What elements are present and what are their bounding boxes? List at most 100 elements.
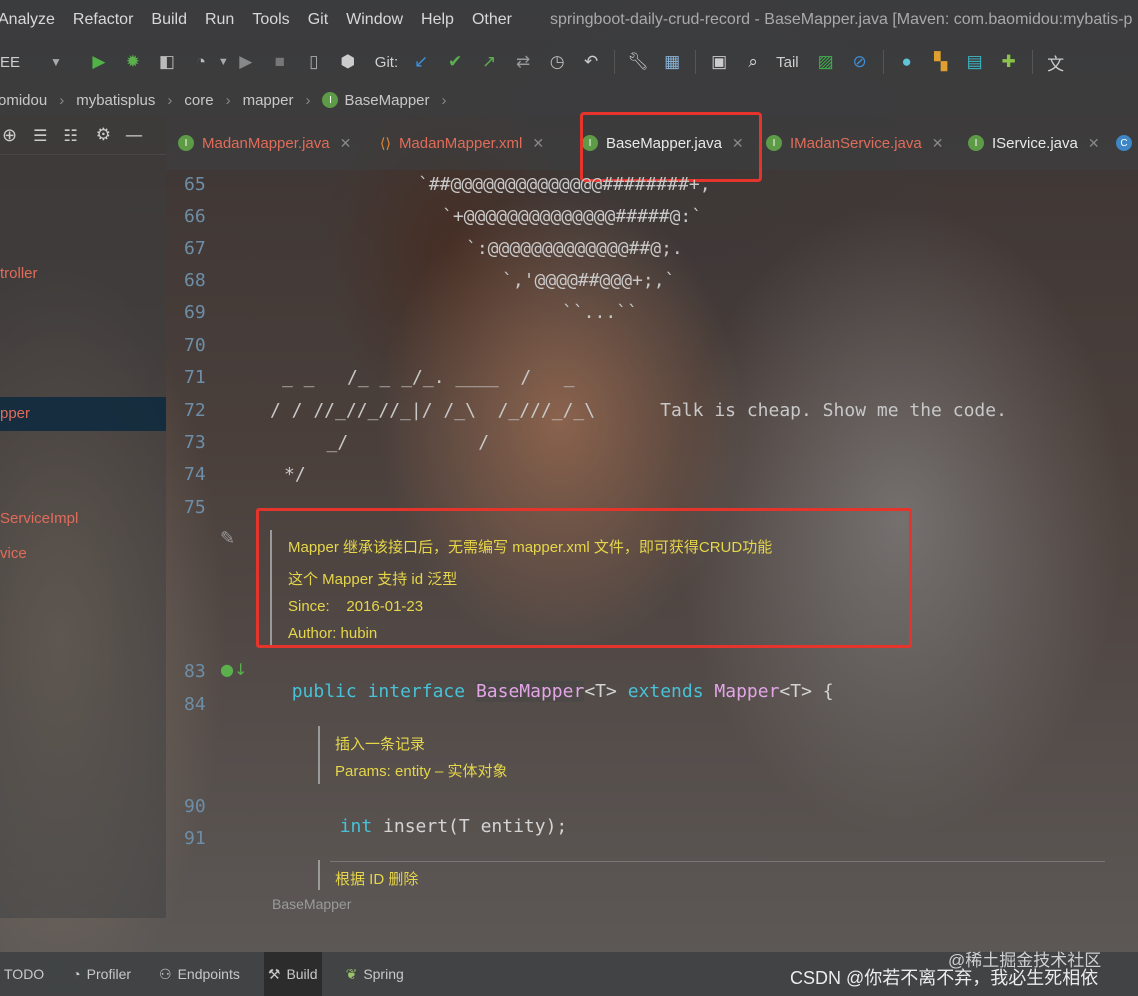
- interface-icon: I: [968, 135, 984, 151]
- keyword-extends: extends: [627, 681, 704, 702]
- tail-button[interactable]: Tail: [776, 54, 799, 71]
- code-line: `##@@@@@@@@@@@@@@########+,: [418, 174, 711, 195]
- gear-icon[interactable]: ⚙: [96, 125, 111, 145]
- terminal-icon[interactable]: ▣: [706, 49, 732, 75]
- color-grid-icon[interactable]: ▚: [928, 49, 954, 75]
- build-module-icon[interactable]: ⬢: [335, 49, 361, 75]
- sidebar-item-service[interactable]: vice: [0, 545, 27, 562]
- translate-icon[interactable]: 文: [1043, 49, 1069, 75]
- tab-imadanservice-java[interactable]: I IMadanService.java ✕: [766, 116, 943, 170]
- coverage-icon[interactable]: ◧: [154, 49, 180, 75]
- toolbar-divider: [1031, 50, 1033, 74]
- device-icon[interactable]: ▯: [301, 49, 327, 75]
- git-update-icon[interactable]: ↙: [408, 49, 434, 75]
- tool-endpoints[interactable]: ⚇ Endpoints: [155, 952, 244, 996]
- menu-window[interactable]: Window: [346, 11, 403, 29]
- line-number: 69: [184, 302, 206, 323]
- editor-breadcrumb-footer: BaseMapper: [166, 890, 1138, 918]
- tab-label: MadanMapper.xml: [398, 134, 523, 152]
- expand-all-icon[interactable]: ☰: [33, 126, 47, 145]
- menu-tools[interactable]: Tools: [252, 11, 289, 29]
- spring-label: Spring: [363, 966, 404, 982]
- breadcrumb-item[interactable]: omidou: [0, 92, 47, 109]
- history-icon[interactable]: ◷: [544, 49, 570, 75]
- plugin-dot-icon[interactable]: ●: [894, 49, 920, 75]
- tab-label: MadanMapper.java: [202, 134, 330, 152]
- breadcrumb-item[interactable]: BaseMapper: [344, 92, 429, 109]
- chevron-down-icon[interactable]: ▼: [218, 56, 229, 68]
- code-line: `:@@@@@@@@@@@@@##@;.: [466, 238, 683, 259]
- tool-build[interactable]: ⚒ Build: [263, 952, 322, 996]
- locate-icon[interactable]: ⊕: [2, 125, 17, 146]
- breadcrumb-item[interactable]: mapper: [243, 92, 294, 109]
- code-line: `+@@@@@@@@@@@@@@#####@:`: [442, 206, 703, 227]
- project-sidebar: ⊕ ☰ ☷ ⚙ — troller pper ServiceImpl vice: [0, 116, 166, 918]
- project-structure-icon[interactable]: ▦: [659, 49, 685, 75]
- debug-icon[interactable]: ✹: [120, 49, 146, 75]
- menu-refactor[interactable]: Refactor: [73, 11, 133, 29]
- git-commit-icon[interactable]: ✔: [442, 49, 468, 75]
- statistic-icon[interactable]: ▨: [813, 49, 839, 75]
- collapse-all-icon[interactable]: ☷: [63, 126, 77, 145]
- menu-help[interactable]: Help: [421, 11, 454, 29]
- stop-icon[interactable]: ■: [267, 49, 293, 75]
- settings-wrench-icon[interactable]: 🔧︎: [625, 49, 651, 75]
- profile-icon[interactable]: ◔: [188, 49, 214, 75]
- edit-pencil-icon[interactable]: ✎: [220, 528, 235, 549]
- chevron-down-icon[interactable]: ▼: [50, 55, 62, 69]
- toolbar-divider: [695, 50, 697, 74]
- breadcrumb-item[interactable]: core: [184, 92, 213, 109]
- run-dropdown-icon[interactable]: ▶: [233, 49, 259, 75]
- doc-separator: [330, 861, 1105, 862]
- structure-label[interactable]: BaseMapper: [272, 896, 351, 912]
- search-icon[interactable]: ⌕: [740, 49, 766, 75]
- tab-overflow[interactable]: C: [1116, 116, 1138, 170]
- implementations-gutter-icon[interactable]: ●↓: [220, 660, 247, 679]
- menu-other[interactable]: Other: [472, 11, 512, 29]
- toolbar-divider: [882, 50, 884, 74]
- line-number: 90: [184, 796, 206, 817]
- git-push-icon[interactable]: ↗: [476, 49, 502, 75]
- menu-analyze[interactable]: Analyze: [0, 11, 55, 29]
- rollback-icon[interactable]: ↶: [578, 49, 604, 75]
- sidebar-item-mapper[interactable]: pper: [0, 405, 30, 422]
- method-signature: insert(T entity);: [372, 816, 568, 837]
- code-line: _ _ /_ _ _/_. ____ / _: [282, 367, 575, 388]
- line-number: 68: [184, 270, 206, 291]
- menu-build[interactable]: Build: [151, 11, 187, 29]
- build-label: Build: [286, 966, 318, 982]
- chevron-right-icon: ›: [167, 91, 173, 109]
- close-icon[interactable]: ✕: [932, 135, 944, 152]
- code-line: `,'@@@@##@@@+;,`: [502, 270, 676, 291]
- xml-icon: ⟨⟩: [380, 134, 391, 151]
- menu-run[interactable]: Run: [205, 11, 234, 29]
- tool-spring[interactable]: ❦ Spring: [342, 952, 408, 996]
- close-icon[interactable]: ✕: [340, 135, 352, 152]
- interface-icon: I: [766, 135, 782, 151]
- layout-icon[interactable]: ▤: [962, 49, 988, 75]
- minimize-icon[interactable]: —: [125, 125, 143, 146]
- line-number: 72: [184, 400, 206, 421]
- chevron-right-icon: ›: [225, 91, 231, 109]
- puzzle-icon[interactable]: ✚: [996, 49, 1022, 75]
- close-icon[interactable]: ✕: [1088, 135, 1100, 152]
- close-icon[interactable]: ✕: [532, 135, 544, 152]
- sidebar-item-serviceimpl[interactable]: ServiceImpl: [0, 510, 78, 527]
- tool-todo[interactable]: TODO: [0, 952, 48, 996]
- interface-icon: I: [178, 135, 194, 151]
- type-mapper: Mapper: [714, 681, 780, 702]
- tab-madanmapper-java[interactable]: I MadanMapper.java ✕: [178, 116, 351, 170]
- menu-git[interactable]: Git: [308, 11, 328, 29]
- git-compare-icon[interactable]: ⇄: [510, 49, 536, 75]
- sidebar-item-controller[interactable]: troller: [0, 265, 38, 282]
- block-icon[interactable]: ⊘: [847, 49, 873, 75]
- keyword-interface: interface: [367, 681, 466, 702]
- code-line-83: public interface BaseMapper<T> extends M…: [270, 660, 834, 702]
- run-config-select[interactable]: EE: [0, 54, 50, 71]
- tool-profiler[interactable]: ◔ Profiler: [68, 952, 135, 996]
- chevron-right-icon: ›: [305, 91, 311, 109]
- tab-madanmapper-xml[interactable]: ⟨⟩ MadanMapper.xml ✕: [380, 116, 544, 170]
- run-icon[interactable]: ▶: [86, 49, 112, 75]
- tab-iservice-java[interactable]: I IService.java ✕: [968, 116, 1100, 170]
- breadcrumb-item[interactable]: mybatisplus: [76, 92, 155, 109]
